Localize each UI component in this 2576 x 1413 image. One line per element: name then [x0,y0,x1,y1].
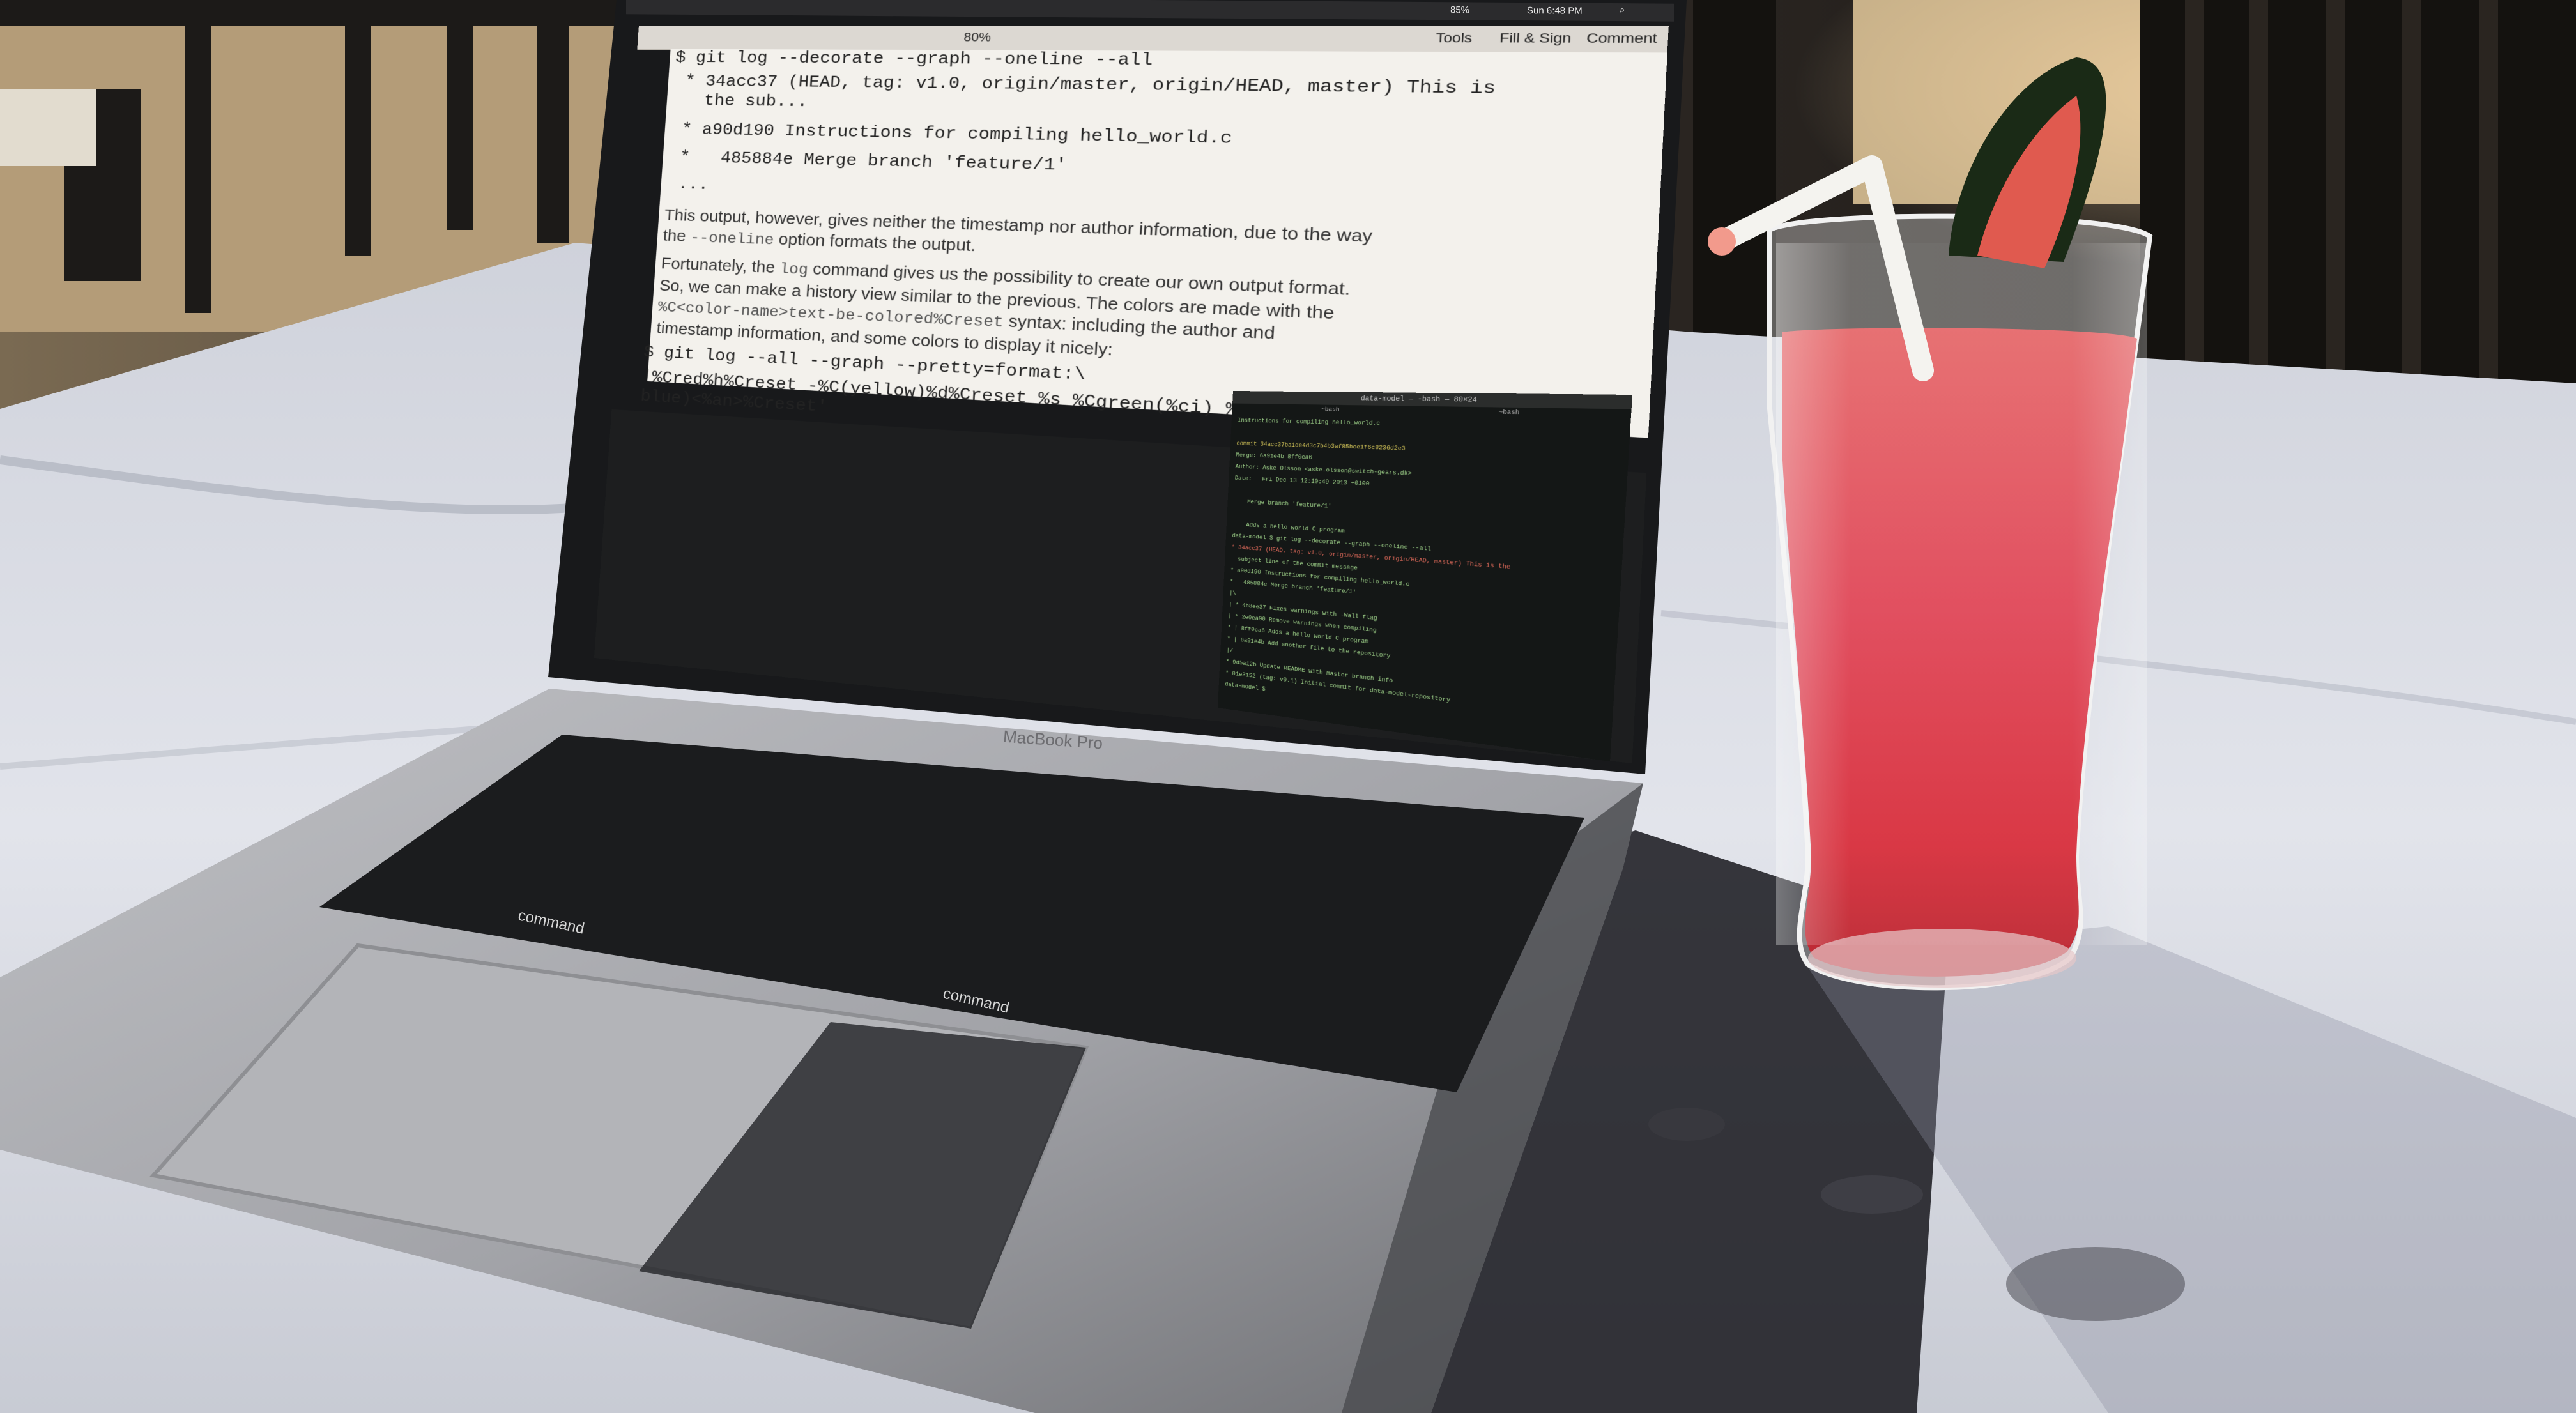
laptop-lid [548,0,1687,774]
table-stain [1648,1108,1725,1141]
straw-tip [1708,227,1736,256]
glass-highlight [1776,243,2147,945]
table-stain [1821,1175,1923,1214]
photo-scene [0,0,2576,1413]
table-stain [2006,1247,2185,1321]
